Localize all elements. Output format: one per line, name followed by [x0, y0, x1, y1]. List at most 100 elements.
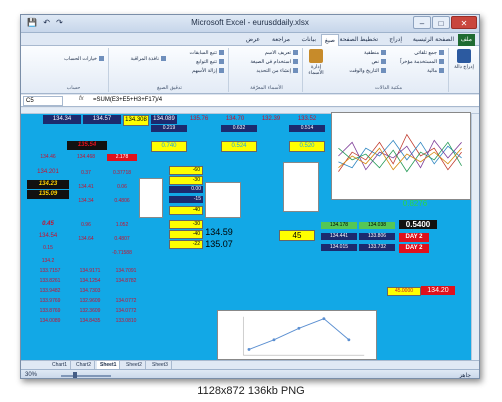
- tab-page-layout[interactable]: تخطيط الصفحة: [337, 34, 381, 46]
- cell[interactable]: 134.8435: [73, 318, 107, 325]
- ribbon-item-use-in-formula[interactable]: استخدام في الصيغة: [250, 59, 298, 65]
- cell[interactable]: 134.8782: [109, 278, 143, 285]
- ribbon-item-recent[interactable]: المستخدمة مؤخراً: [400, 59, 444, 65]
- mini-chart[interactable]: [283, 162, 319, 212]
- cell[interactable]: 134.59: [199, 228, 239, 237]
- zoom-slider[interactable]: [61, 375, 111, 377]
- cell[interactable]: 0.15: [33, 245, 63, 252]
- cell[interactable]: 0.514: [289, 125, 325, 132]
- cell[interactable]: 134.34: [71, 198, 101, 205]
- mini-chart[interactable]: [205, 182, 241, 218]
- cell[interactable]: -40: [169, 206, 203, 215]
- cell[interactable]: 133.8261: [33, 278, 67, 285]
- tab-formulas[interactable]: صيغ: [320, 34, 339, 46]
- cell[interactable]: 0.37: [71, 170, 101, 177]
- cell[interactable]: 0.4806: [107, 198, 137, 205]
- ribbon-item-text[interactable]: نص: [371, 59, 386, 65]
- cell[interactable]: 134.54: [29, 232, 67, 241]
- cell[interactable]: -0.71588: [107, 250, 137, 257]
- maximize-button[interactable]: □: [432, 16, 450, 29]
- mini-chart[interactable]: [139, 178, 163, 218]
- cell[interactable]: 134.64: [71, 236, 101, 243]
- cell[interactable]: 0.740: [151, 141, 187, 152]
- zoom-slider-knob[interactable]: [73, 372, 77, 378]
- status-badge[interactable]: DAY 2: [399, 244, 429, 253]
- fx-icon[interactable]: fx: [79, 96, 84, 102]
- status-badge[interactable]: DAY 2: [399, 233, 429, 242]
- cell[interactable]: 0.524: [221, 141, 257, 152]
- cell[interactable]: 45.0000: [387, 287, 421, 296]
- cell[interactable]: 134.46: [33, 154, 63, 161]
- cell[interactable]: 134.2: [33, 258, 63, 265]
- formula-input[interactable]: =SUM(E3+E5+H3+F17)/4: [91, 96, 471, 106]
- cell[interactable]: 0.96: [71, 222, 101, 229]
- cell[interactable]: 0.37718: [107, 170, 137, 177]
- cell[interactable]: 0.219: [151, 125, 187, 132]
- cell[interactable]: 134.7091: [109, 268, 143, 275]
- cell[interactable]: 133.52: [289, 115, 325, 124]
- cell[interactable]: 132.9609: [73, 298, 107, 305]
- cell[interactable]: 2.178: [107, 154, 137, 161]
- cell[interactable]: 134.308: [123, 115, 149, 126]
- cell[interactable]: 0.06: [107, 184, 137, 191]
- cell[interactable]: 134.178: [321, 222, 357, 229]
- tab-view[interactable]: عرض: [243, 34, 263, 46]
- cell[interactable]: 134.089: [151, 115, 177, 124]
- cell[interactable]: 134.1254: [73, 278, 107, 285]
- cell[interactable]: -40: [169, 230, 203, 239]
- cell[interactable]: 134.41: [71, 184, 101, 191]
- cell[interactable]: 135.54: [67, 141, 107, 150]
- close-button[interactable]: ✕: [451, 16, 477, 29]
- cell[interactable]: 134.0089: [33, 318, 67, 325]
- cell[interactable]: 134.201: [29, 168, 67, 177]
- cell[interactable]: 134.34: [43, 115, 81, 124]
- cell[interactable]: -30: [169, 176, 203, 185]
- cell[interactable]: 1.052: [107, 222, 137, 229]
- tab-review[interactable]: مراجعة: [269, 34, 293, 46]
- watch-window-button[interactable]: نافذة المراقبة: [131, 56, 166, 62]
- cell[interactable]: 134.23: [27, 180, 69, 189]
- cell[interactable]: 134.70: [217, 115, 253, 124]
- ribbon-item-remove-arrows[interactable]: إزالة الأسهم: [192, 68, 224, 74]
- cell[interactable]: 134.0772: [109, 308, 143, 315]
- cell[interactable]: 0.632: [221, 125, 257, 132]
- ribbon-item-datetime[interactable]: التاريخ والوقت: [349, 68, 386, 74]
- line-chart-bottom[interactable]: [217, 310, 377, 360]
- cell[interactable]: 133.806: [359, 233, 395, 240]
- ribbon-item-financial[interactable]: مالية: [427, 68, 444, 74]
- cell[interactable]: 0.45: [29, 220, 67, 229]
- minimize-button[interactable]: –: [413, 16, 431, 29]
- cell[interactable]: 133.9769: [33, 298, 67, 305]
- ribbon-item-trace-dependents[interactable]: تتبع التوابع: [196, 59, 224, 65]
- name-manager-button[interactable]: إدارة الأسماء: [305, 49, 327, 76]
- tab-home[interactable]: الصفحة الرئيسية: [410, 34, 457, 46]
- cell[interactable]: 134.038: [359, 222, 395, 229]
- cell[interactable]: 134.441: [321, 233, 357, 240]
- cell[interactable]: 0.8276: [397, 199, 433, 208]
- cell[interactable]: 134.9171: [73, 268, 107, 275]
- cell[interactable]: 0.4807: [107, 236, 137, 243]
- cell[interactable]: 134.0772: [109, 298, 143, 305]
- ribbon-item-autosum[interactable]: جمع تلقائي: [414, 50, 444, 56]
- cell[interactable]: 135.07: [199, 240, 239, 249]
- ribbon-item-create-from-selection[interactable]: إنشاء من التحديد: [256, 68, 298, 74]
- insert-function-button[interactable]: إدراج دالة: [453, 49, 475, 70]
- line-chart-top-right[interactable]: [331, 112, 471, 200]
- cell[interactable]: -30: [169, 220, 203, 229]
- cell[interactable]: 134.57: [83, 115, 121, 124]
- cell[interactable]: 0.5400: [399, 220, 437, 229]
- tab-file[interactable]: ملف: [457, 34, 475, 46]
- cell[interactable]: 133.732: [359, 244, 395, 251]
- cell[interactable]: 133.7157: [33, 268, 67, 275]
- cell[interactable]: 132.39: [253, 115, 289, 124]
- cell[interactable]: 0.00: [169, 186, 203, 193]
- cell[interactable]: 135.76: [181, 115, 217, 124]
- cell[interactable]: 45: [279, 230, 315, 241]
- cell[interactable]: 134.015: [321, 244, 357, 251]
- ribbon-item-trace-precedents[interactable]: تتبع السابقات: [189, 50, 224, 56]
- cell[interactable]: -22: [169, 240, 203, 249]
- tab-insert[interactable]: إدراج: [386, 34, 405, 46]
- cell[interactable]: 133.8769: [33, 308, 67, 315]
- ribbon-item-define-name[interactable]: تعريف الاسم: [265, 50, 298, 56]
- cell[interactable]: -60: [169, 166, 203, 175]
